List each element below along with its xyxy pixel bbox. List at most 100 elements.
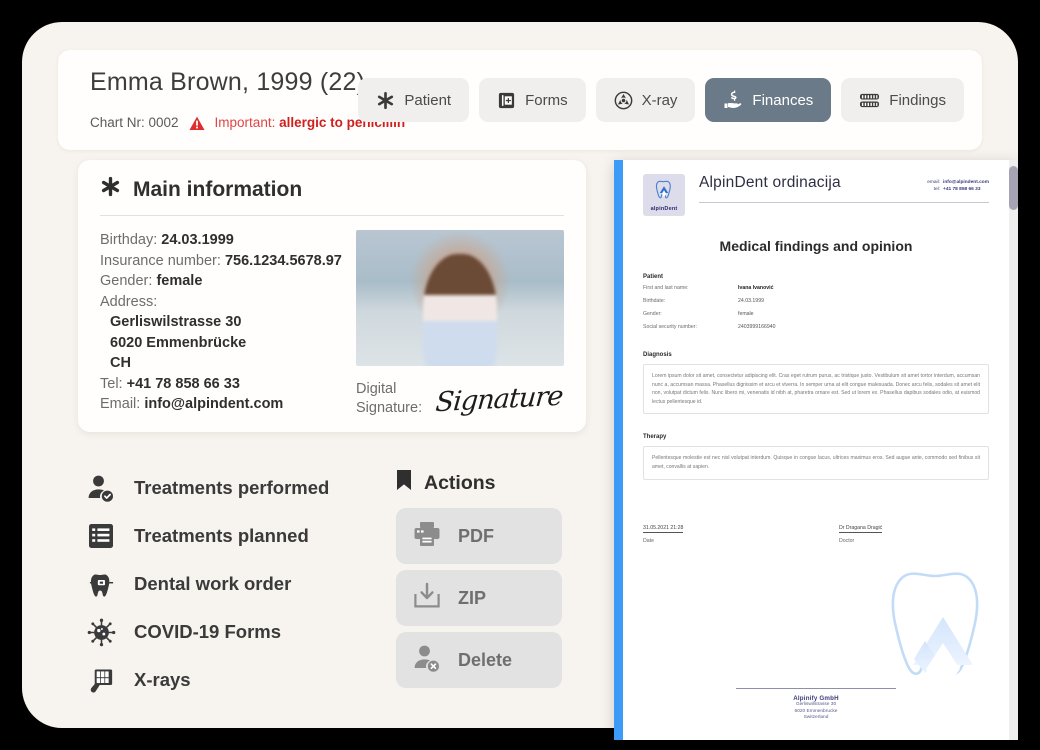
tab-patient[interactable]: Patient — [358, 78, 470, 122]
patient-header-card: Emma Brown, 1999 (22) Chart Nr: 0002 Imp… — [58, 50, 982, 150]
list-icon — [84, 522, 118, 550]
patient-photo — [356, 230, 564, 366]
footer-rule — [736, 688, 896, 690]
actions-panel: Actions PDF ZIP Delete — [396, 464, 564, 688]
tab-xray-label: X-ray — [641, 91, 678, 109]
bookmark-icon — [396, 469, 412, 497]
page-title: Emma Brown, 1999 (22) — [90, 68, 366, 96]
menu-item-covid-19-forms[interactable]: COVID-19 Forms — [84, 608, 329, 656]
tab-xray[interactable]: X-ray — [595, 78, 696, 122]
address-label: Address: — [100, 293, 158, 310]
signature-row: 31.05.2021 21:28 Date Dr Dragana Dragić … — [643, 516, 989, 544]
tooth-mountain-icon — [653, 178, 675, 205]
radiation-icon — [614, 91, 633, 110]
document-preview: alpinDent AlpinDent ordinacija email: inf… — [614, 160, 1018, 740]
menu-item-label: COVID-19 Forms — [134, 621, 282, 642]
actions-title: Actions — [424, 471, 496, 494]
field-address: Address: — [100, 292, 356, 313]
birthday-value: 24.03.1999 — [161, 232, 234, 248]
tab-forms[interactable]: Forms — [479, 78, 586, 122]
birthday-label: Birthday: — [100, 232, 158, 248]
doc-field-row: Birthdate: 24.03.1999 — [643, 298, 764, 304]
menu-item-label: Treatments planned — [134, 525, 309, 546]
tab-findings[interactable]: Findings — [841, 78, 964, 122]
document-page: alpinDent AlpinDent ordinacija email: inf… — [623, 160, 1009, 740]
gender-value: female — [156, 273, 203, 289]
tab-findings-label: Findings — [889, 91, 946, 109]
doc-tel-label: tel: — [933, 187, 941, 192]
doctor-caption: Doctor — [839, 537, 855, 544]
document-scrollbar[interactable] — [1009, 160, 1018, 740]
therapy-heading: Therapy — [643, 434, 667, 441]
diagnosis-text: Lorem ipsum dolor sit amet, consectetur … — [643, 364, 989, 415]
email-label: Email: — [100, 396, 141, 412]
digital-signature-label: Digital Signature: — [356, 381, 423, 416]
menu-item-treatments-planned[interactable]: Treatments planned — [84, 512, 329, 560]
actions-heading: Actions — [396, 464, 564, 502]
tab-forms-label: Forms — [525, 91, 568, 109]
main-information-card: Main information Birthday: 24.03.1999 In… — [78, 160, 586, 432]
virus-icon — [84, 618, 118, 647]
tab-finances-label: Finances — [752, 91, 814, 109]
chart-number: Chart Nr: 0002 — [90, 115, 179, 130]
clinic-contact: email: info@alpindent.com tel: +41 78 858 … — [923, 174, 989, 193]
tooth-mountain-watermark — [883, 559, 1003, 704]
document-brand-block: AlpinDent ordinacija email: info@alpinden… — [699, 174, 989, 203]
doc-tel-value: +41 78 858 66 33 — [943, 187, 981, 192]
delete-button[interactable]: Delete — [396, 632, 562, 688]
field-birthday: Birthday: 24.03.1999 — [100, 230, 356, 251]
patient-fields: Birthday: 24.03.1999 Insurance number: 7… — [100, 230, 356, 418]
patient-section-rows: First and last name: Ivana Ivanović Birt… — [643, 284, 989, 332]
signature-mark: Signature — [434, 380, 564, 418]
tab-patient-label: Patient — [404, 91, 452, 109]
alpindent-logo: alpinDent — [643, 174, 685, 216]
asterisk-icon — [376, 91, 395, 110]
patient-menu: Treatments performed Treatments planned … — [84, 464, 329, 704]
menu-item-label: Dental work order — [134, 573, 292, 594]
form-book-icon — [497, 91, 516, 110]
doctor-column: Dr Dragana Dragić Doctor — [839, 516, 989, 544]
xray-film-icon — [84, 666, 118, 695]
digital-signature-row: Digital Signature: Signature — [356, 366, 564, 418]
document-accent-bar — [614, 160, 623, 740]
menu-item-x-rays[interactable]: X-rays — [84, 656, 329, 704]
menu-item-label: Treatments performed — [134, 477, 330, 498]
tab-finances[interactable]: Finances — [705, 78, 832, 122]
main-information-title: Main information — [133, 177, 303, 201]
menu-item-treatments-performed[interactable]: Treatments performed — [84, 464, 329, 512]
main-information-body: Birthday: 24.03.1999 Insurance number: 7… — [78, 216, 586, 418]
zip-button-label: ZIP — [458, 587, 487, 608]
date-value: 31.05.2021 21:28 — [643, 524, 684, 533]
doctor-value: Dr Dragana Dragić — [839, 524, 883, 533]
doc-field-row: Gender: female — [643, 311, 754, 317]
tel-value: +41 78 858 66 33 — [126, 375, 240, 392]
asterisk-icon — [100, 176, 121, 203]
document-header: alpinDent AlpinDent ordinacija email: inf… — [643, 174, 989, 216]
address-country: CH — [110, 355, 131, 371]
date-column: 31.05.2021 21:28 Date — [643, 516, 793, 544]
field-tel: Tel: +41 78 858 66 33 — [100, 374, 356, 395]
field-email: Email: info@alpindent.com — [100, 394, 356, 415]
footer-street: Gerliswilstrasse 30 — [795, 702, 837, 708]
insurance-label: Insurance number: — [100, 252, 221, 269]
doc-email-label: email: — [927, 180, 941, 185]
menu-item-dental-work-order[interactable]: Dental work order — [84, 560, 329, 608]
insurance-value: 756.1234.5678.97 — [224, 252, 342, 269]
diagnosis-heading: Diagnosis — [643, 352, 672, 358]
teeth-icon — [859, 91, 880, 110]
gender-label: Gender: — [100, 273, 153, 289]
pdf-button-label: PDF — [458, 525, 494, 546]
zip-button[interactable]: ZIP — [396, 570, 562, 626]
doc-field-row: First and last name: Ivana Ivanović — [643, 285, 774, 291]
field-gender: Gender: female — [100, 271, 356, 292]
nav-tabs: Patient Forms X-ray Finances Findings — [358, 78, 964, 122]
doc-email-value: info@alpindent.com — [943, 180, 989, 185]
pdf-button[interactable]: PDF — [396, 508, 562, 564]
logo-text: alpinDent — [650, 206, 678, 212]
date-caption: Date — [643, 537, 654, 544]
tooth-braces-icon — [84, 570, 118, 599]
document-footer: Alpinify GmbH Gerliswilstrasse 30 6020 E… — [623, 688, 1009, 722]
scrollbar-thumb[interactable] — [1009, 166, 1018, 210]
delete-button-label: Delete — [458, 649, 513, 670]
email-value: info@alpindent.com — [144, 396, 284, 412]
